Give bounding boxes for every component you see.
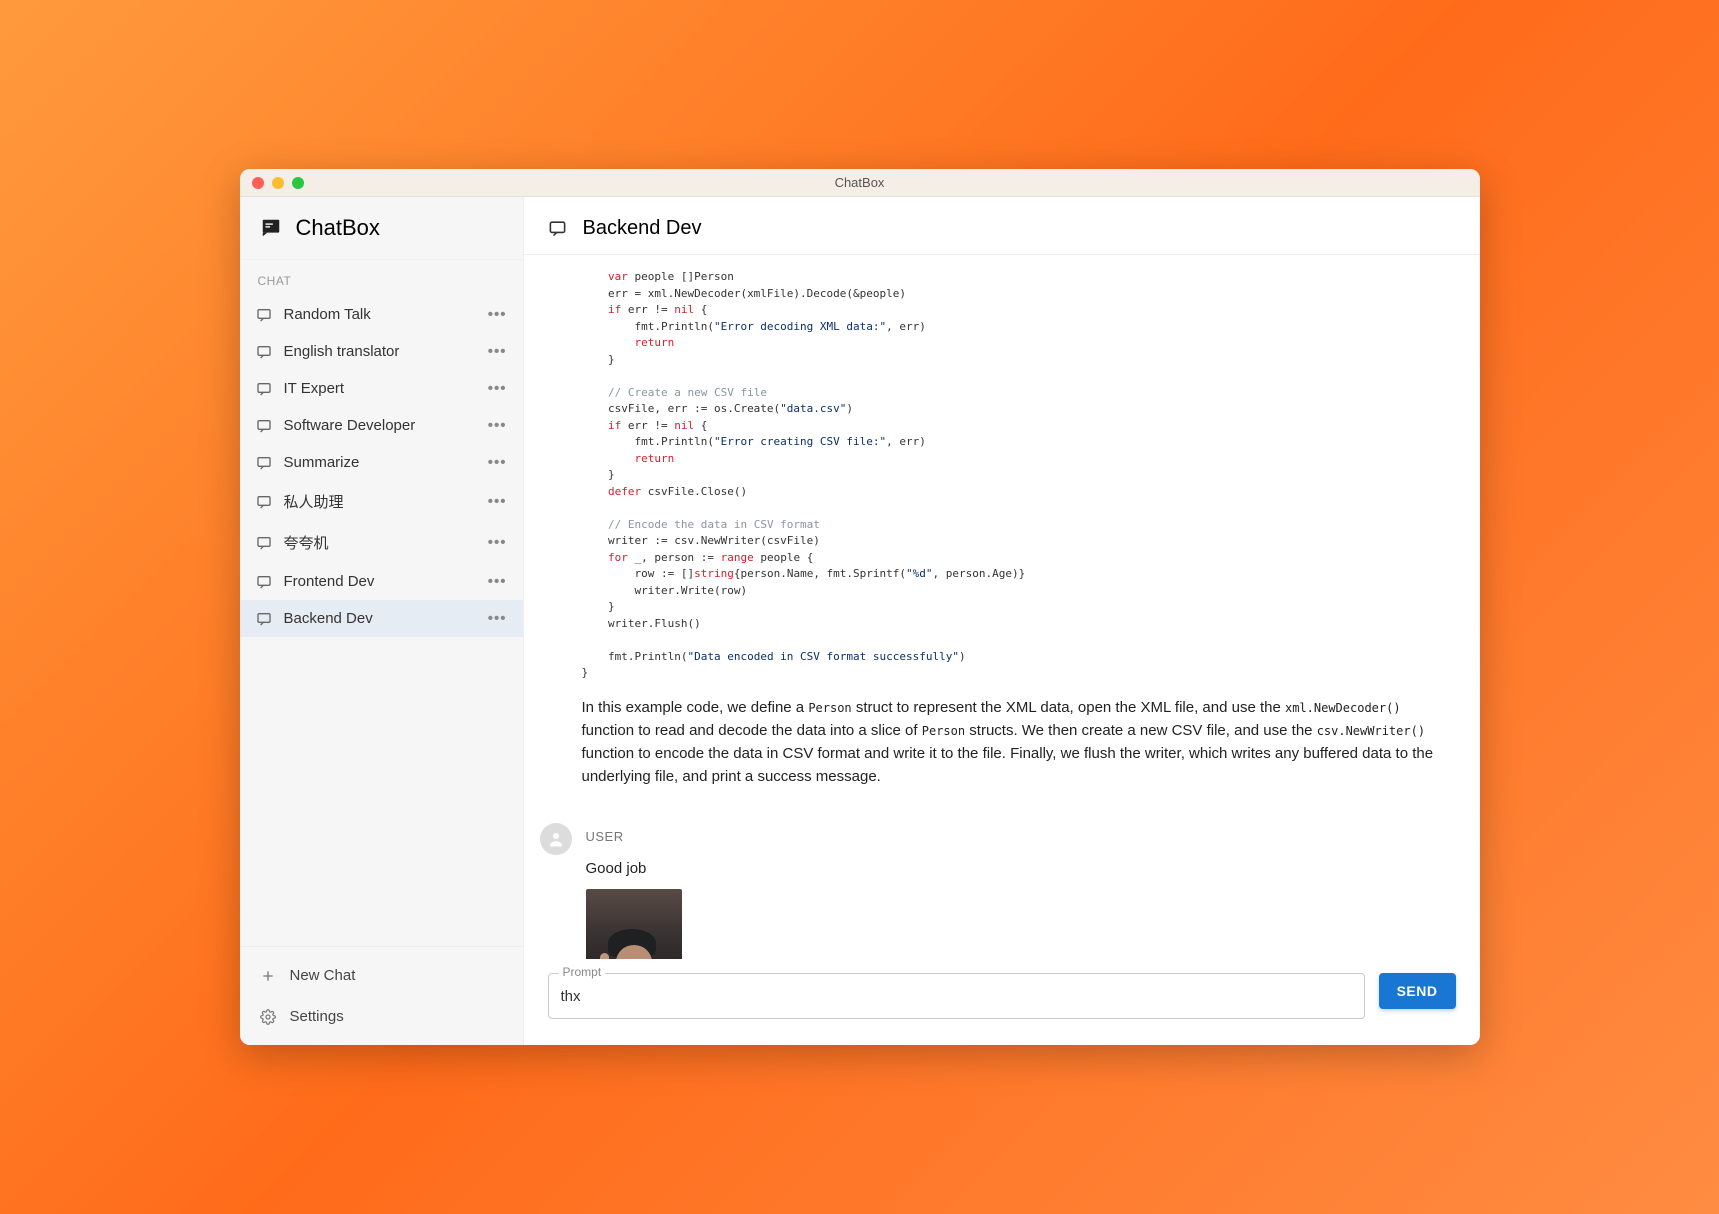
user-image-attachment[interactable] — [586, 889, 682, 960]
chat-item-more-icon[interactable]: ••• — [488, 417, 507, 434]
brand-icon — [260, 217, 282, 239]
sidebar: ChatBox CHAT Random Talk•••English trans… — [240, 197, 524, 1045]
chat-item-label: 夸夸机 — [284, 532, 329, 553]
chat-item-more-icon[interactable]: ••• — [488, 534, 507, 551]
chat-item-label: 私人助理 — [284, 491, 344, 512]
settings-button[interactable]: Settings — [240, 996, 523, 1037]
chat-icon — [256, 611, 272, 627]
chat-icon — [256, 494, 272, 510]
chat-item-more-icon[interactable]: ••• — [488, 454, 507, 471]
message-scroll[interactable]: var people []Person err = xml.NewDecoder… — [524, 255, 1480, 959]
chat-icon — [256, 418, 272, 434]
prompt-field[interactable]: Prompt — [548, 973, 1365, 1019]
chat-item-label: Frontend Dev — [284, 573, 375, 590]
sidebar-chat-item[interactable]: Software Developer ••• — [240, 407, 523, 444]
chat-item-label: Software Developer — [284, 417, 416, 434]
sidebar-chat-item[interactable]: Summarize ••• — [240, 444, 523, 481]
chat-item-more-icon[interactable]: ••• — [488, 380, 507, 397]
new-chat-button[interactable]: New Chat — [240, 955, 523, 996]
sidebar-chat-item[interactable]: 私人助理 ••• — [240, 481, 523, 522]
user-author-label: USER — [586, 829, 682, 844]
gear-icon — [260, 1009, 276, 1025]
main-panel: Backend Dev var people []Person err = xm… — [524, 197, 1480, 1045]
prompt-legend: Prompt — [559, 965, 606, 979]
chat-item-more-icon[interactable]: ••• — [488, 343, 507, 360]
window-controls — [252, 177, 304, 189]
sidebar-chat-item[interactable]: Random Talk ••• — [240, 296, 523, 333]
sidebar-chat-item[interactable]: IT Expert ••• — [240, 370, 523, 407]
app-window: ChatBox ChatBox CHAT Random Talk•••Engli… — [240, 169, 1480, 1045]
plus-icon — [260, 968, 276, 984]
titlebar: ChatBox — [240, 169, 1480, 197]
chat-item-label: English translator — [284, 343, 400, 360]
chat-icon — [256, 574, 272, 590]
maximize-window-button[interactable] — [292, 177, 304, 189]
assistant-code-block: var people []Person err = xml.NewDecoder… — [582, 255, 1452, 688]
chat-icon — [256, 344, 272, 360]
brand-header: ChatBox — [240, 197, 523, 260]
chat-icon — [256, 455, 272, 471]
chat-title: Backend Dev — [583, 217, 702, 240]
chat-item-label: Summarize — [284, 454, 360, 471]
minimize-window-button[interactable] — [272, 177, 284, 189]
brand-label: ChatBox — [296, 215, 380, 241]
composer: Prompt SEND — [524, 959, 1480, 1045]
prompt-input[interactable] — [561, 988, 1352, 1005]
chat-section-label: CHAT — [240, 260, 523, 296]
chat-item-more-icon[interactable]: ••• — [488, 306, 507, 323]
assistant-explanation: In this example code, we define a Person… — [582, 696, 1452, 789]
chat-icon — [548, 219, 567, 238]
sidebar-chat-item[interactable]: Backend Dev ••• — [240, 600, 523, 637]
sidebar-chat-item[interactable]: English translator ••• — [240, 333, 523, 370]
chat-icon — [256, 381, 272, 397]
window-title: ChatBox — [835, 175, 885, 190]
chat-item-label: Backend Dev — [284, 610, 373, 627]
new-chat-label: New Chat — [290, 967, 356, 984]
chat-item-label: Random Talk — [284, 306, 371, 323]
chat-icon — [256, 307, 272, 323]
chat-list: Random Talk•••English translator•••IT Ex… — [240, 296, 523, 946]
close-window-button[interactable] — [252, 177, 264, 189]
user-avatar — [540, 823, 572, 855]
chat-item-more-icon[interactable]: ••• — [488, 493, 507, 510]
chat-icon — [256, 535, 272, 551]
chat-item-more-icon[interactable]: ••• — [488, 610, 507, 627]
settings-label: Settings — [290, 1008, 344, 1025]
send-button[interactable]: SEND — [1379, 973, 1456, 1009]
sidebar-chat-item[interactable]: 夸夸机 ••• — [240, 522, 523, 563]
chat-item-more-icon[interactable]: ••• — [488, 573, 507, 590]
chat-item-label: IT Expert — [284, 380, 345, 397]
sidebar-chat-item[interactable]: Frontend Dev ••• — [240, 563, 523, 600]
user-message-text: Good job — [586, 860, 682, 877]
chat-header: Backend Dev — [524, 197, 1480, 255]
user-message: USER Good job — [540, 823, 1452, 960]
